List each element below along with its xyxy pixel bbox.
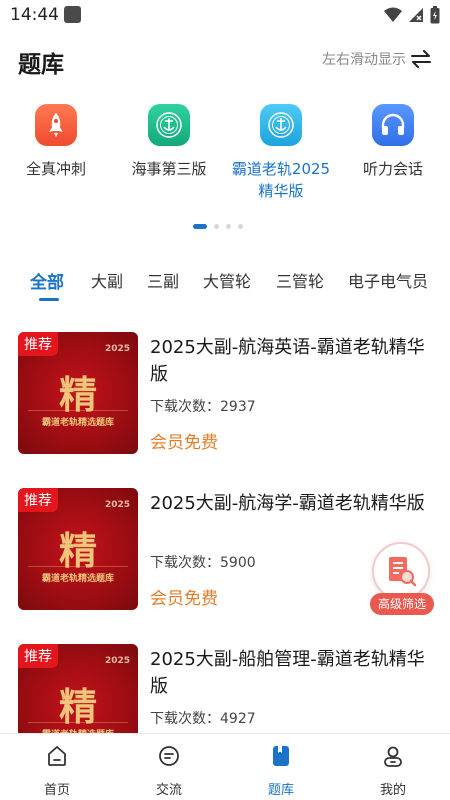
filter-document-icon <box>389 557 416 587</box>
home-icon <box>48 746 66 766</box>
price-label: 会员免费 <box>150 433 218 453</box>
signal-icon <box>409 8 423 22</box>
cover-year: 2025 <box>104 500 130 510</box>
swipe-hint[interactable]: 左右滑动显示 <box>322 49 432 69</box>
status-indicators <box>384 6 440 24</box>
cover-year: 2025 <box>104 344 130 354</box>
subject-tabs[interactable]: 全部 大副 三副 大管轮 三管轮 电子电气员 <box>0 264 450 304</box>
nav-label: 首页 <box>43 783 70 798</box>
swipe-hint-label: 左右滑动显示 <box>322 52 406 68</box>
wifi-icon <box>384 7 402 22</box>
status-bar: 14:44 <box>0 0 450 32</box>
download-count: 下载次数：2937 <box>150 399 256 415</box>
nav-label: 我的 <box>379 783 406 798</box>
advanced-filter-button[interactable]: 高级筛选 <box>370 540 434 616</box>
pager-dot <box>238 224 243 229</box>
category-label: 海事第三版 <box>131 160 207 178</box>
cover-caption: 霸道老轨精选题库 <box>28 566 128 584</box>
category-carousel[interactable]: 全真冲刺 海事第三版 霸道老轨2025精华版 听力会话 <box>0 104 450 214</box>
bottom-nav: 首页 交流 题库 我的 <box>0 733 450 800</box>
tab-sanfu[interactable]: 三副 <box>147 268 179 292</box>
pager-dot <box>226 224 231 229</box>
app-notification-icon <box>64 6 81 23</box>
list-item[interactable]: 推荐 2025 精 霸道老轨精选题库 2025大副-航海英语-霸道老轨精华版 下… <box>18 332 432 457</box>
cover-year: 2025 <box>104 656 130 666</box>
download-count: 下载次数：5900 <box>150 555 256 571</box>
item-title[interactable]: 2025大副-航海学-霸道老轨精华版 <box>150 490 432 517</box>
filter-circle <box>372 542 430 600</box>
pager-dot <box>214 224 219 229</box>
nav-chat[interactable]: 交流 <box>129 744 209 798</box>
item-title[interactable]: 2025大副-船舶管理-霸道老轨精华版 <box>150 646 432 700</box>
chat-icon <box>159 746 179 766</box>
tab-daguanlun[interactable]: 大管轮 <box>203 268 251 292</box>
tab-all[interactable]: 全部 <box>30 268 64 293</box>
maritime-emblem-icon <box>260 104 302 146</box>
nav-label: 题库 <box>267 783 294 798</box>
category-label: 全真冲刺 <box>25 160 86 178</box>
recommend-badge: 推荐 <box>18 332 58 356</box>
download-count: 下载次数：4927 <box>150 711 256 727</box>
category-tingli-huihua[interactable]: 听力会话 <box>338 104 448 180</box>
page-title: 题库 <box>18 52 64 78</box>
category-badao-laogui-2025[interactable]: 霸道老轨2025精华版 <box>226 104 336 202</box>
carousel-pager <box>193 224 243 229</box>
category-quanzhen-chongci[interactable]: 全真冲刺 <box>1 104 111 180</box>
recommend-badge: 推荐 <box>18 644 58 668</box>
nav-home[interactable]: 首页 <box>17 744 97 798</box>
status-time: 14:44 <box>10 5 59 25</box>
battery-icon <box>430 6 440 24</box>
pager-dot-active <box>193 224 207 229</box>
item-cover: 推荐 2025 精 霸道老轨精选题库 <box>18 332 138 454</box>
recommend-badge: 推荐 <box>18 488 58 512</box>
item-cover: 推荐 2025 精 霸道老轨精选题库 <box>18 488 138 610</box>
question-bank-icon <box>273 746 289 766</box>
category-label: 霸道老轨2025精华版 <box>231 160 331 200</box>
nav-profile[interactable]: 我的 <box>353 744 433 798</box>
profile-icon <box>384 746 402 767</box>
price-label: 会员免费 <box>150 589 218 609</box>
swap-arrows-icon <box>411 50 431 68</box>
tab-sanguanlun[interactable]: 三管轮 <box>276 268 324 292</box>
tab-dafu[interactable]: 大副 <box>91 268 123 292</box>
category-haishi-disanban[interactable]: 海事第三版 <box>114 104 224 180</box>
item-title[interactable]: 2025大副-航海英语-霸道老轨精华版 <box>150 334 432 388</box>
cover-caption: 霸道老轨精选题库 <box>28 410 128 428</box>
headphones-icon <box>372 104 414 146</box>
nav-label: 交流 <box>155 783 182 798</box>
tab-active-indicator <box>39 298 59 301</box>
maritime-emblem-icon <box>148 104 190 146</box>
rocket-icon <box>35 104 77 146</box>
category-label: 听力会话 <box>362 160 423 178</box>
advanced-filter-label: 高级筛选 <box>370 593 434 615</box>
tab-dianzi-dianqiyuan[interactable]: 电子电气员 <box>348 268 428 292</box>
nav-question-bank[interactable]: 题库 <box>241 744 321 798</box>
